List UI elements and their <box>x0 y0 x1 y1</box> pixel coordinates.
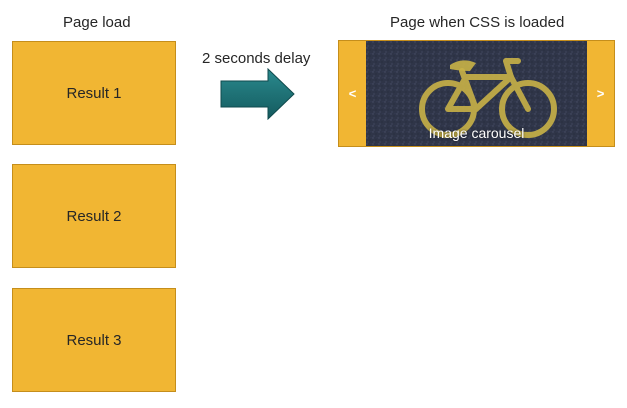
image-carousel: < Image carousel > <box>338 40 615 147</box>
diagram: Page load Result 1 Result 2 Result 3 2 s… <box>0 0 627 408</box>
result-label: Result 2 <box>66 207 122 225</box>
carousel-next-button[interactable]: > <box>587 41 614 146</box>
right-arrow-icon <box>220 68 295 120</box>
carousel-image: Image carousel <box>366 41 587 146</box>
carousel-caption: Image carousel <box>428 125 525 141</box>
result-label: Result 1 <box>66 84 122 102</box>
result-label: Result 3 <box>66 331 122 349</box>
delay-label: 2 seconds delay <box>202 50 311 67</box>
result-box-2: Result 2 <box>12 164 176 268</box>
css-loaded-heading: Page when CSS is loaded <box>390 14 565 31</box>
page-load-heading: Page load <box>63 14 131 31</box>
result-box-3: Result 3 <box>12 288 176 392</box>
carousel-prev-button[interactable]: < <box>339 41 366 146</box>
result-box-1: Result 1 <box>12 41 176 145</box>
